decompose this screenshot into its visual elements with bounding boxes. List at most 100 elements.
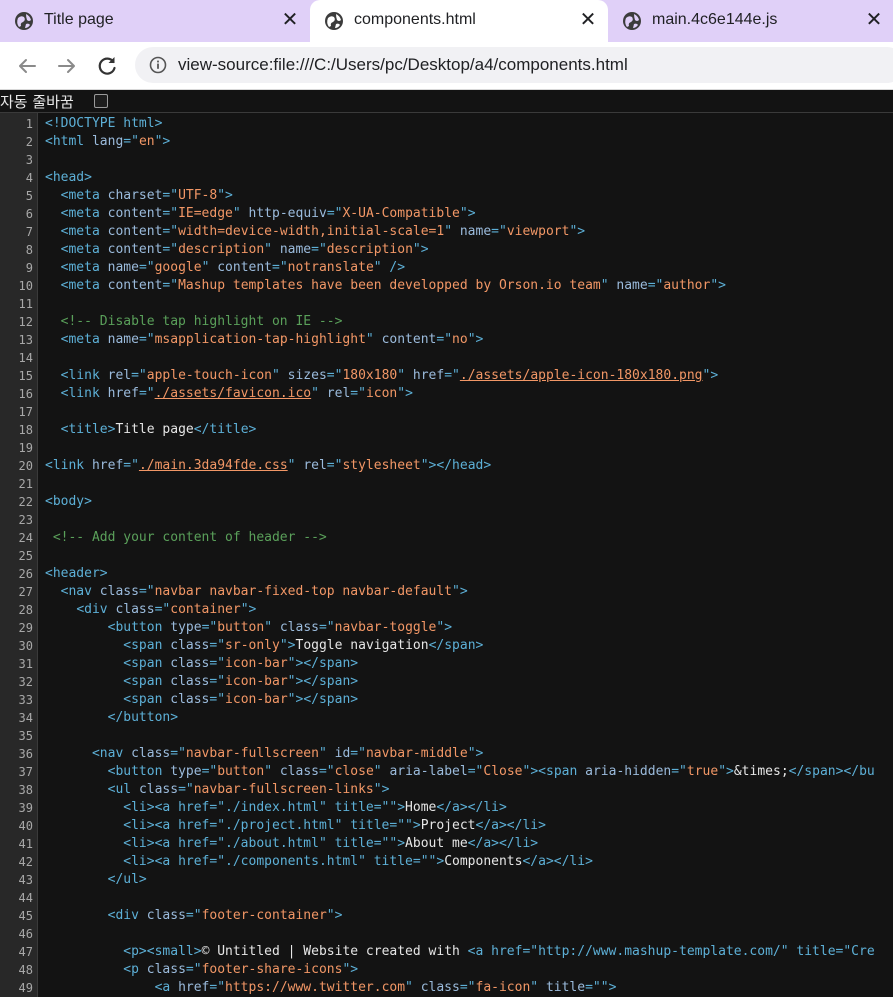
line-content: <header> xyxy=(45,565,108,583)
line-number: 31 xyxy=(18,657,33,671)
source-line: 26 <header> xyxy=(0,565,893,583)
code-token: "></span> xyxy=(287,674,359,689)
code-token: <html xyxy=(45,134,92,149)
line-number: 47 xyxy=(18,945,33,959)
source-line: 18 <title>Title page</title> xyxy=(0,421,893,439)
line-content: <head> xyxy=(45,169,92,187)
line-wrap-checkbox[interactable] xyxy=(94,94,108,108)
code-token: <nav xyxy=(60,584,100,599)
source-line: 23 xyxy=(0,511,893,529)
code-token[interactable]: ./assets/apple-icon-180x180.png xyxy=(460,368,703,383)
code-token: true xyxy=(686,764,719,779)
line-content: <title>Title page</title> xyxy=(45,421,257,439)
code-token: icon-bar xyxy=(225,692,288,707)
source-line: 19 xyxy=(0,439,893,457)
code-token: =" xyxy=(209,674,226,689)
address-bar[interactable]: view-source:file:///C:/Users/pc/Desktop/… xyxy=(135,47,893,83)
code-token: href xyxy=(178,980,210,995)
forward-arrow-icon[interactable] xyxy=(53,52,81,80)
code-token: class xyxy=(146,962,186,977)
code-token: =" xyxy=(138,260,155,275)
line-number: 40 xyxy=(18,819,33,833)
code-token: =" xyxy=(123,134,139,149)
line-number: 49 xyxy=(18,981,33,995)
code-token: " xyxy=(272,368,288,383)
code-token: =" xyxy=(185,962,202,977)
back-arrow-icon[interactable] xyxy=(13,52,41,80)
code-token: navbar-fullscreen-links xyxy=(193,782,374,797)
info-icon[interactable] xyxy=(149,56,167,74)
code-token: button xyxy=(217,620,265,635)
code-token: <span xyxy=(123,674,171,689)
code-token[interactable]: ./assets/favicon.ico xyxy=(155,386,312,401)
source-line: 29 <button type="button" class="navbar-t… xyxy=(0,619,893,637)
source-line: 49 <a href="https://www.twitter.com" cla… xyxy=(0,979,893,997)
code-token: =" xyxy=(436,332,453,347)
code-token: "> xyxy=(436,620,453,635)
code-token: "> xyxy=(718,764,734,779)
code-token: Title page xyxy=(115,422,194,437)
close-icon[interactable]: ✕ xyxy=(864,9,884,31)
line-content: <button type="button" class="close" aria… xyxy=(45,763,875,781)
line-content: <span class="icon-bar"></span> xyxy=(45,655,358,673)
code-token: "> xyxy=(240,602,257,617)
code-token: href xyxy=(107,386,139,401)
line-content: <li><a href="./about.html" title="">Abou… xyxy=(45,835,538,853)
line-content: <span class="icon-bar"></span> xyxy=(45,691,358,709)
globe-icon xyxy=(325,12,343,30)
line-number: 48 xyxy=(18,963,33,977)
code-token: rel xyxy=(303,458,327,473)
line-number: 7 xyxy=(25,225,33,239)
tab-components[interactable]: components.html ✕ xyxy=(310,0,608,42)
source-line: 5 <meta charset="UTF-8"> xyxy=(0,187,893,205)
code-token: &times; xyxy=(733,764,789,779)
code-token: =" xyxy=(162,188,179,203)
line-content: <ul class="navbar-fullscreen-links"> xyxy=(45,781,390,799)
source-line: 11 xyxy=(0,295,893,313)
code-token: "></span> xyxy=(287,656,359,671)
line-content: <meta charset="UTF-8"> xyxy=(45,187,233,205)
line-wrap-label: 자동 줄바꿈 xyxy=(0,93,74,111)
reload-icon[interactable] xyxy=(93,52,121,80)
code-token: class xyxy=(170,692,210,707)
code-token: "> xyxy=(279,638,296,653)
close-icon[interactable]: ✕ xyxy=(578,9,598,31)
tab-title-page[interactable]: Title page ✕ xyxy=(0,0,310,42)
code-token: =" xyxy=(138,332,155,347)
code-token: =" xyxy=(491,224,507,239)
line-content: <li><a href="./components.html" title=""… xyxy=(45,853,593,871)
line-number: 28 xyxy=(18,603,33,617)
tab-title: main.4c6e144e.js xyxy=(652,11,778,28)
globe-icon xyxy=(623,12,641,30)
line-content: <div class="footer-container"> xyxy=(45,907,343,925)
line-number: 18 xyxy=(18,423,33,437)
line-content: <button type="button" class="navbar-togg… xyxy=(45,619,452,637)
code-token: <span xyxy=(123,692,171,707)
code-token: "> xyxy=(467,746,484,761)
code-token: =" xyxy=(671,764,687,779)
code-token: content xyxy=(107,224,163,239)
code-token: =" xyxy=(350,746,366,761)
source-line: 47 <p><small>© Untitled | Website create… xyxy=(0,943,893,961)
code-token: rel xyxy=(326,386,351,401)
line-number: 25 xyxy=(18,549,33,563)
tab-main-js[interactable]: main.4c6e144e.js ✕ xyxy=(608,0,893,42)
code-token: <span xyxy=(123,638,171,653)
line-content: <meta content="description" name="descri… xyxy=(45,241,429,259)
line-number: 46 xyxy=(18,927,33,941)
code-token: class xyxy=(279,620,319,635)
address-url: view-source:file:///C:/Users/pc/Desktop/… xyxy=(178,55,628,74)
code-token: <meta xyxy=(60,206,108,221)
code-token: <link xyxy=(60,368,108,383)
close-icon[interactable]: ✕ xyxy=(280,9,300,31)
code-token[interactable]: ./main.3da94fde.css xyxy=(139,458,288,473)
code-token: icon xyxy=(365,386,398,401)
code-token: notranslate xyxy=(287,260,374,275)
